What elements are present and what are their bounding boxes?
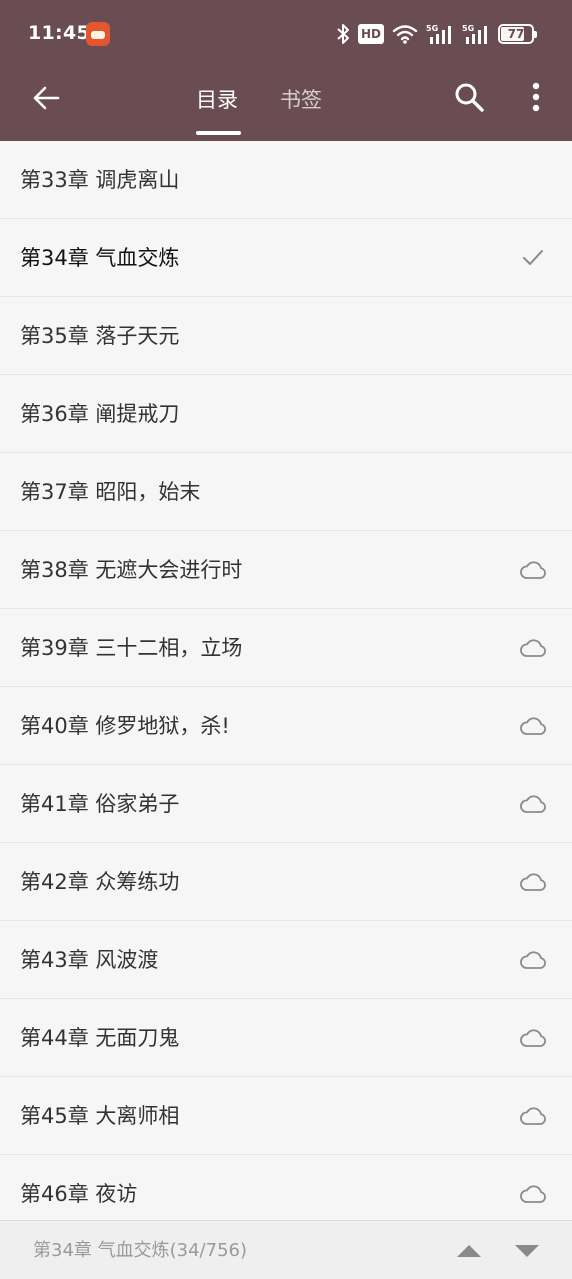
chapter-list[interactable]: 第33章 调虎离山 第34章 气血交炼 第35章 落子天元 第36章 阐提戒刀 第37章… — [0, 141, 572, 1220]
tab-bookmarks[interactable]: 书签 — [280, 84, 322, 114]
cloud-icon — [518, 946, 548, 974]
status-bar: 11:45 HD 5G 5G 77 — [0, 0, 572, 62]
chapter-row[interactable]: 第45章 大离师相 — [0, 1077, 572, 1155]
arrow-left-icon — [33, 86, 60, 110]
chapter-row[interactable]: 第41章 俗家弟子 — [0, 765, 572, 843]
tab-table-of-contents[interactable]: 目录 — [196, 84, 238, 114]
cloud-icon — [518, 1024, 548, 1052]
bottom-bar: 第34章 气血交炼(34/756) — [0, 1220, 572, 1279]
svg-text:5G: 5G — [462, 24, 474, 33]
chapter-title: 第36章 阐提戒刀 — [20, 402, 180, 426]
search-button[interactable] — [450, 78, 488, 116]
app-notification-icon — [86, 22, 110, 46]
chapter-title: 第35章 落子天元 — [20, 324, 180, 348]
chapter-row[interactable]: 第46章 夜访 — [0, 1155, 572, 1220]
chapter-title: 第43章 风波渡 — [20, 948, 159, 972]
more-options-button[interactable] — [522, 78, 550, 116]
chapter-title: 第40章 修罗地狱，杀! — [20, 714, 230, 738]
svg-text:5G: 5G — [426, 24, 438, 33]
scroll-up-button[interactable] — [452, 1237, 486, 1265]
chapter-title: 第46章 夜访 — [20, 1182, 138, 1206]
chapter-title: 第44章 无面刀鬼 — [20, 1026, 180, 1050]
chapter-row[interactable]: 第38章 无遮大会进行时 — [0, 531, 572, 609]
chapter-row[interactable]: 第43章 风波渡 — [0, 921, 572, 999]
chapter-title: 第38章 无遮大会进行时 — [20, 558, 243, 582]
status-icons: HD 5G 5G 77 — [336, 22, 537, 46]
chapter-title: 第34章 气血交炼 — [20, 246, 180, 270]
wifi-icon — [392, 24, 418, 44]
battery-percent: 77 — [507, 27, 525, 41]
hd-icon: HD — [357, 24, 384, 44]
chapter-title: 第42章 众筹练功 — [20, 870, 180, 894]
chapter-row[interactable]: 第36章 阐提戒刀 — [0, 375, 572, 453]
chapter-row[interactable]: 第34章 气血交炼 — [0, 219, 572, 297]
scroll-down-button[interactable] — [510, 1237, 544, 1265]
chapter-row[interactable]: 第40章 修罗地狱，杀! — [0, 687, 572, 765]
app-header: 11:45 HD 5G 5G 77 目录 书签 — [0, 0, 572, 141]
chapter-title: 第41章 俗家弟子 — [20, 792, 180, 816]
cloud-icon — [518, 634, 548, 662]
triangle-down-icon — [515, 1245, 539, 1257]
chapter-title: 第39章 三十二相，立场 — [20, 636, 243, 660]
cloud-icon — [518, 868, 548, 896]
chapter-row[interactable]: 第37章 昭阳，始末 — [0, 453, 572, 531]
cloud-icon — [518, 1102, 548, 1130]
5g-signal-icon: 5G — [462, 23, 490, 45]
chapter-row[interactable]: 第33章 调虎离山 — [0, 141, 572, 219]
cloud-icon — [518, 712, 548, 740]
chapter-row[interactable]: 第44章 无面刀鬼 — [0, 999, 572, 1077]
chapter-title: 第45章 大离师相 — [20, 1104, 180, 1128]
status-time: 11:45 — [28, 22, 90, 44]
check-icon — [518, 244, 548, 272]
cloud-icon — [518, 1180, 548, 1208]
chapter-row[interactable]: 第39章 三十二相，立场 — [0, 609, 572, 687]
toolbar: 目录 书签 — [0, 62, 572, 141]
chapter-row[interactable]: 第42章 众筹练功 — [0, 843, 572, 921]
cloud-icon — [518, 556, 548, 584]
chapter-title: 第33章 调虎离山 — [20, 168, 180, 192]
tab-indicator — [196, 131, 241, 135]
search-icon — [455, 83, 484, 112]
chapter-title: 第37章 昭阳，始末 — [20, 480, 201, 504]
back-button[interactable] — [28, 80, 64, 116]
chapter-row[interactable]: 第35章 落子天元 — [0, 297, 572, 375]
more-vert-icon — [532, 82, 540, 112]
battery-icon: 77 — [498, 24, 537, 44]
cloud-icon — [518, 790, 548, 818]
bluetooth-icon — [336, 23, 350, 45]
triangle-up-icon — [457, 1245, 481, 1257]
5g-signal-icon: 5G — [426, 23, 454, 45]
current-chapter-indicator[interactable]: 第34章 气血交炼(34/756) — [33, 1221, 247, 1279]
